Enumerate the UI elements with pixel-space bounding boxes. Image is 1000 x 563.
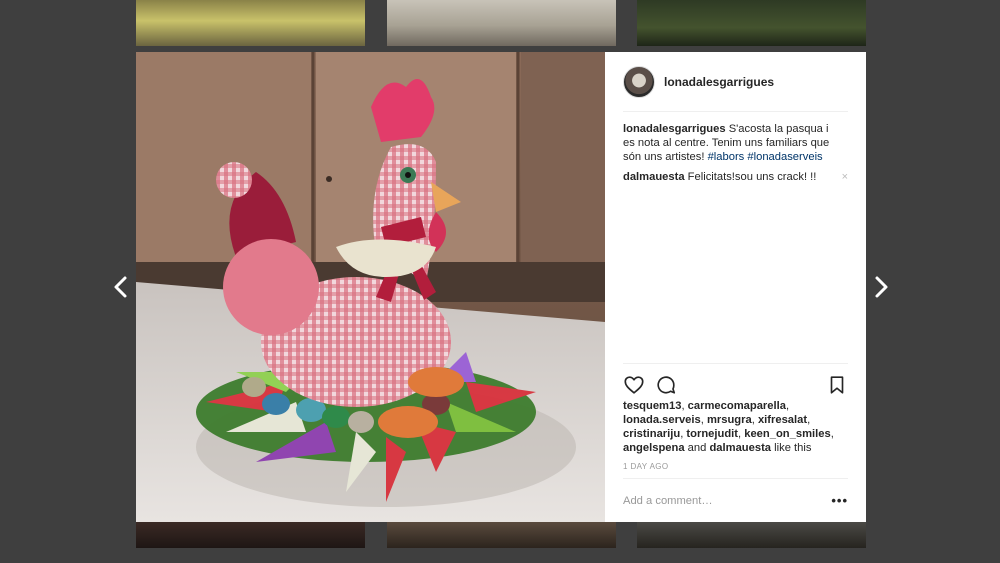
next-post-button[interactable] xyxy=(866,270,896,304)
grid-thumbnail[interactable] xyxy=(387,0,616,46)
caption-username[interactable]: lonadalesgarrigues xyxy=(623,123,726,135)
comment-input[interactable] xyxy=(623,494,832,507)
grid-thumbnail[interactable] xyxy=(387,522,616,548)
comments-list: lonadalesgarrigues S'acosta la pasqua i … xyxy=(623,112,848,362)
grid-thumbnail[interactable] xyxy=(637,522,866,548)
liker-username[interactable]: tornejudit xyxy=(686,428,738,440)
previous-post-button[interactable] xyxy=(106,270,136,304)
heart-icon xyxy=(624,376,644,394)
author-username[interactable]: lonadalesgarrigues xyxy=(664,75,774,89)
comment-item: dalmauesta Felicitats!sou uns crack! !! … xyxy=(623,170,848,184)
delete-comment-button[interactable]: × xyxy=(842,170,848,184)
post-photo[interactable] xyxy=(136,52,605,522)
liker-username[interactable]: dalmauesta xyxy=(709,442,771,454)
liker-username[interactable]: lonada.serveis xyxy=(623,414,701,426)
grid-thumbnail[interactable] xyxy=(136,0,365,46)
liker-username[interactable]: xifresalat xyxy=(758,414,807,426)
save-button[interactable] xyxy=(826,374,848,396)
comment-username[interactable]: dalmauesta xyxy=(623,171,685,183)
chevron-right-icon xyxy=(875,276,888,298)
more-options-button[interactable]: ••• xyxy=(831,493,848,508)
liker-username[interactable]: carmecomaparella xyxy=(688,400,786,412)
post-timestamp[interactable]: 1 DAY AGO xyxy=(623,462,669,471)
hashtag-link[interactable]: #lonadaserveis xyxy=(747,151,822,163)
bookmark-icon xyxy=(830,376,844,394)
liker-username[interactable]: keen_on_smiles xyxy=(744,428,830,440)
grid-thumbnail[interactable] xyxy=(637,0,866,46)
liker-username[interactable]: tesquem13 xyxy=(623,400,681,412)
post-modal: lonadalesgarrigues lonadalesgarrigues S'… xyxy=(136,52,866,522)
add-comment-section: ••• xyxy=(623,478,848,522)
comment-bubble-icon xyxy=(657,376,676,394)
avatar[interactable] xyxy=(623,65,655,98)
liker-username[interactable]: angelspena xyxy=(623,442,685,454)
like-button[interactable] xyxy=(623,374,645,396)
liker-username[interactable]: mrsugra xyxy=(707,414,752,426)
likes-summary: tesquem13, carmecomaparella, lonada.serv… xyxy=(623,400,834,454)
post-actions xyxy=(623,363,848,399)
post-header: lonadalesgarrigues xyxy=(623,52,848,112)
grid-thumbnail[interactable] xyxy=(136,522,365,548)
caption: lonadalesgarrigues S'acosta la pasqua i … xyxy=(623,122,848,164)
comment-text: Felicitats!sou uns crack! !! xyxy=(687,171,817,183)
post-sidebar: lonadalesgarrigues lonadalesgarrigues S'… xyxy=(605,52,866,522)
comment-button[interactable] xyxy=(655,374,677,396)
likes-and-text: and xyxy=(687,442,707,454)
hashtag-link[interactable]: #labors xyxy=(708,151,745,163)
easter-hen-photo xyxy=(136,52,605,522)
likes-suffix: like this xyxy=(774,442,812,454)
chevron-left-icon xyxy=(114,276,127,298)
liker-username[interactable]: cristinariju xyxy=(623,428,680,440)
